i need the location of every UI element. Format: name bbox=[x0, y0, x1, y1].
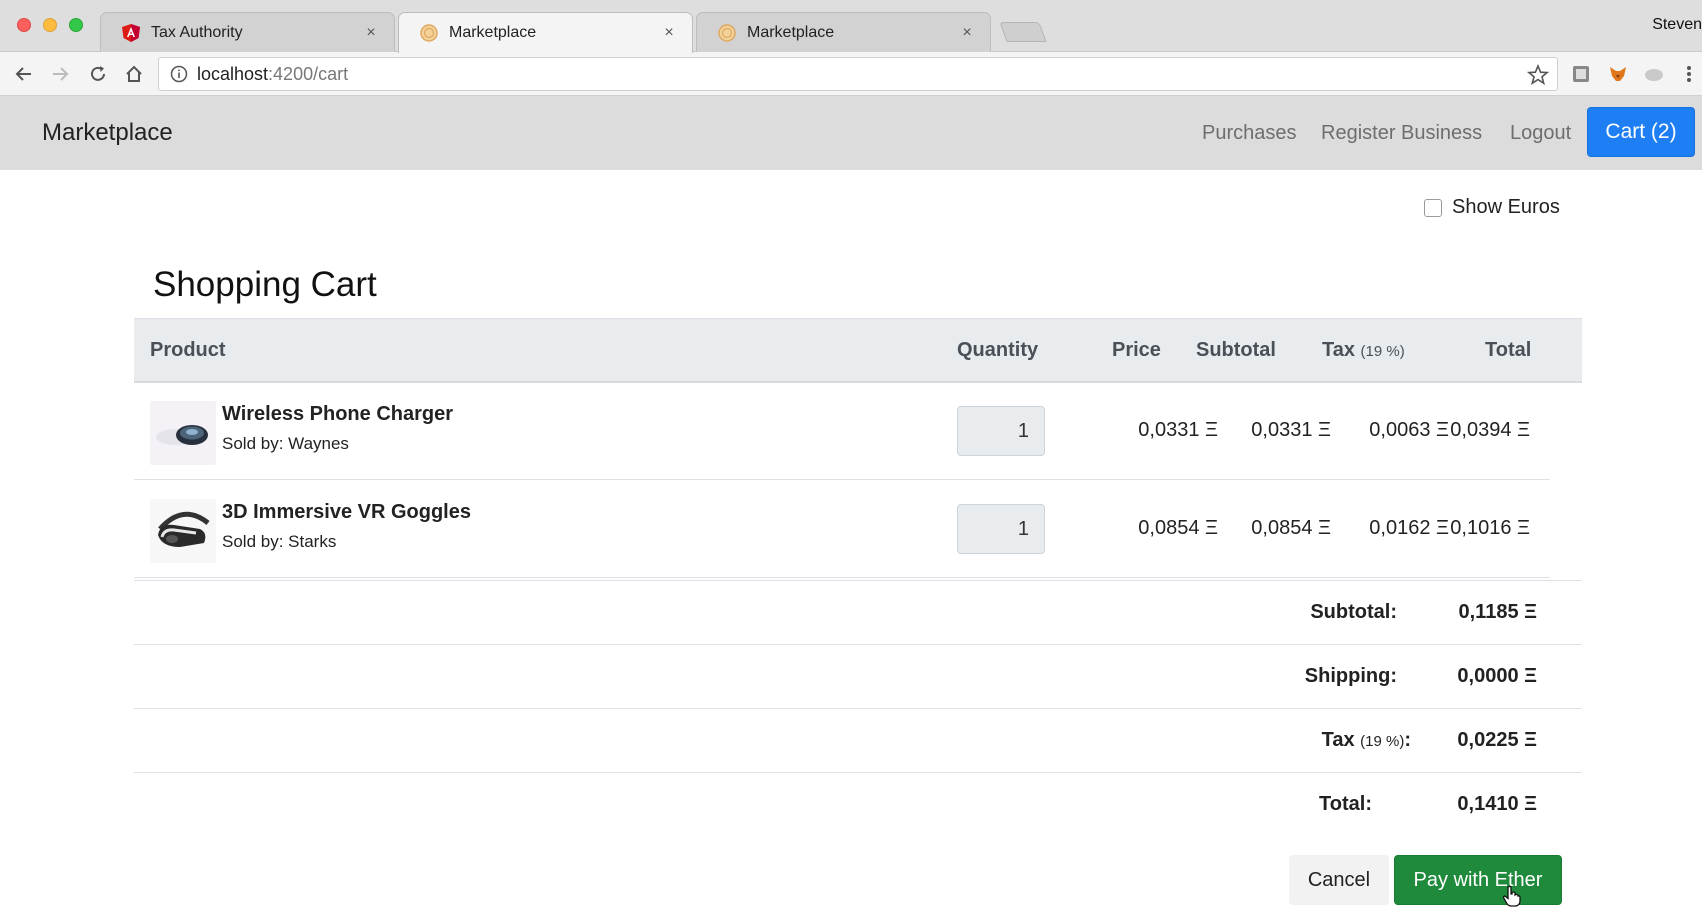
angular-logo-icon bbox=[121, 23, 141, 43]
show-euros-checkbox[interactable] bbox=[1424, 198, 1442, 217]
column-header-tax: Tax (19 %) bbox=[1322, 339, 1405, 361]
page-title: Shopping Cart bbox=[153, 265, 377, 304]
tax-cell: 0,0063 Ξ bbox=[1369, 419, 1449, 441]
column-header-product: Product bbox=[150, 339, 226, 361]
subtotal-cell: 0,0331 Ξ bbox=[1251, 419, 1331, 441]
tab-title: Tax Authority bbox=[151, 23, 243, 41]
summary-shipping-label: Shipping: bbox=[1304, 665, 1397, 687]
show-euros-toggle[interactable]: Show Euros bbox=[1424, 196, 1560, 219]
metamask-fox-icon[interactable] bbox=[1607, 63, 1629, 85]
tab-title: Marketplace bbox=[449, 24, 537, 41]
extension-square-icon[interactable] bbox=[1570, 63, 1592, 85]
extension-cloud-icon[interactable] bbox=[1643, 63, 1665, 85]
price-cell: 0,0854 Ξ bbox=[1138, 517, 1218, 539]
info-icon[interactable] bbox=[169, 64, 189, 84]
browser-toolbar: localhost:4200/cart bbox=[0, 52, 1702, 96]
summary-tax-value: 0,0225 Ξ bbox=[1457, 729, 1537, 751]
show-euros-label: Show Euros bbox=[1452, 196, 1560, 218]
column-header-price: Price bbox=[1112, 339, 1161, 361]
column-header-quantity: Quantity bbox=[957, 339, 1039, 361]
summary-tax-label: Tax (19 %): bbox=[1321, 729, 1411, 751]
product-name[interactable]: 3D Immersive VR Goggles bbox=[222, 501, 471, 524]
product-seller: Sold by: Waynes bbox=[222, 434, 349, 453]
browser-tab-marketplace[interactable]: Marketplace × bbox=[696, 12, 991, 52]
marketplace-favicon-icon bbox=[717, 23, 737, 43]
subtotal-cell: 0,0854 Ξ bbox=[1251, 517, 1331, 539]
nav-link-purchases[interactable]: Purchases bbox=[1202, 122, 1297, 145]
summary-row-tax: Tax (19 %): 0,0225 Ξ bbox=[134, 708, 1582, 772]
total-cell: 0,0394 Ξ bbox=[1450, 419, 1530, 441]
summary-shipping-value: 0,0000 Ξ bbox=[1457, 665, 1537, 687]
browser-tab-strip: Tax Authority × Marketplace × Marketplac… bbox=[0, 0, 1702, 53]
nav-link-register-business[interactable]: Register Business bbox=[1321, 122, 1482, 145]
column-header-subtotal: Subtotal bbox=[1196, 339, 1276, 361]
window-close-icon[interactable] bbox=[17, 18, 31, 32]
home-icon[interactable] bbox=[120, 60, 148, 88]
summary-row-total: Total: 0,1410 Ξ bbox=[134, 772, 1582, 836]
cart-button[interactable]: Cart (2) bbox=[1587, 107, 1695, 157]
summary-total-value: 0,1410 Ξ bbox=[1457, 793, 1537, 815]
table-row: 3D Immersive VR Goggles Sold by: Starks … bbox=[134, 481, 1550, 578]
summary-subtotal-value: 0,1185 Ξ bbox=[1458, 601, 1538, 623]
cancel-button[interactable]: Cancel bbox=[1289, 855, 1389, 905]
marketplace-favicon-icon bbox=[419, 23, 439, 43]
price-cell: 0,0331 Ξ bbox=[1138, 419, 1218, 441]
table-row: Wireless Phone Charger Sold by: Waynes 1… bbox=[134, 383, 1550, 480]
bookmark-star-icon[interactable] bbox=[1526, 63, 1550, 86]
summary-subtotal-label: Subtotal: bbox=[1310, 601, 1397, 623]
new-tab-button[interactable] bbox=[999, 22, 1047, 42]
window-zoom-icon[interactable] bbox=[69, 18, 83, 32]
cart-table-header: Product Quantity Price Subtotal Tax (19 … bbox=[134, 318, 1582, 383]
summary-row-subtotal: Subtotal: 0,1185 Ξ bbox=[134, 580, 1582, 644]
browser-profile-name[interactable]: Steven bbox=[1652, 16, 1702, 34]
tax-cell: 0,0162 Ξ bbox=[1369, 517, 1449, 539]
product-name[interactable]: Wireless Phone Charger bbox=[222, 403, 453, 426]
nav-link-logout[interactable]: Logout bbox=[1510, 122, 1571, 145]
window-minimize-icon[interactable] bbox=[43, 18, 57, 32]
address-url: localhost:4200/cart bbox=[197, 63, 349, 84]
tab-title: Marketplace bbox=[747, 23, 835, 41]
quantity-input[interactable]: 1 bbox=[957, 504, 1045, 554]
summary-total-label: Total: bbox=[1319, 793, 1372, 815]
brand-logo-text[interactable]: Marketplace bbox=[42, 119, 173, 147]
forward-arrow-icon[interactable] bbox=[46, 60, 74, 88]
browser-tab-marketplace-active[interactable]: Marketplace × bbox=[398, 12, 693, 53]
total-cell: 0,1016 Ξ bbox=[1450, 517, 1530, 539]
tab-close-icon[interactable]: × bbox=[958, 24, 976, 42]
product-image-wireless-charger[interactable] bbox=[150, 401, 216, 465]
back-arrow-icon[interactable] bbox=[10, 60, 38, 88]
summary-row-shipping: Shipping: 0,0000 Ξ bbox=[134, 644, 1582, 708]
quantity-input[interactable]: 1 bbox=[957, 406, 1045, 456]
product-image-vr-goggles[interactable] bbox=[150, 499, 216, 563]
tab-close-icon[interactable]: × bbox=[362, 24, 380, 42]
column-header-total: Total bbox=[1485, 339, 1532, 361]
app-navbar: Marketplace Purchases Register Business … bbox=[0, 96, 1702, 170]
browser-menu-icon[interactable] bbox=[1678, 63, 1700, 85]
hand-pointer-cursor-icon bbox=[1502, 885, 1521, 907]
reload-icon[interactable] bbox=[84, 60, 112, 88]
pay-with-ether-button[interactable]: Pay with Ether bbox=[1394, 855, 1562, 905]
browser-tab-tax-authority[interactable]: Tax Authority × bbox=[100, 12, 395, 52]
tab-close-icon[interactable]: × bbox=[660, 24, 678, 42]
address-bar[interactable]: localhost:4200/cart bbox=[158, 57, 1558, 91]
product-seller: Sold by: Starks bbox=[222, 532, 337, 551]
